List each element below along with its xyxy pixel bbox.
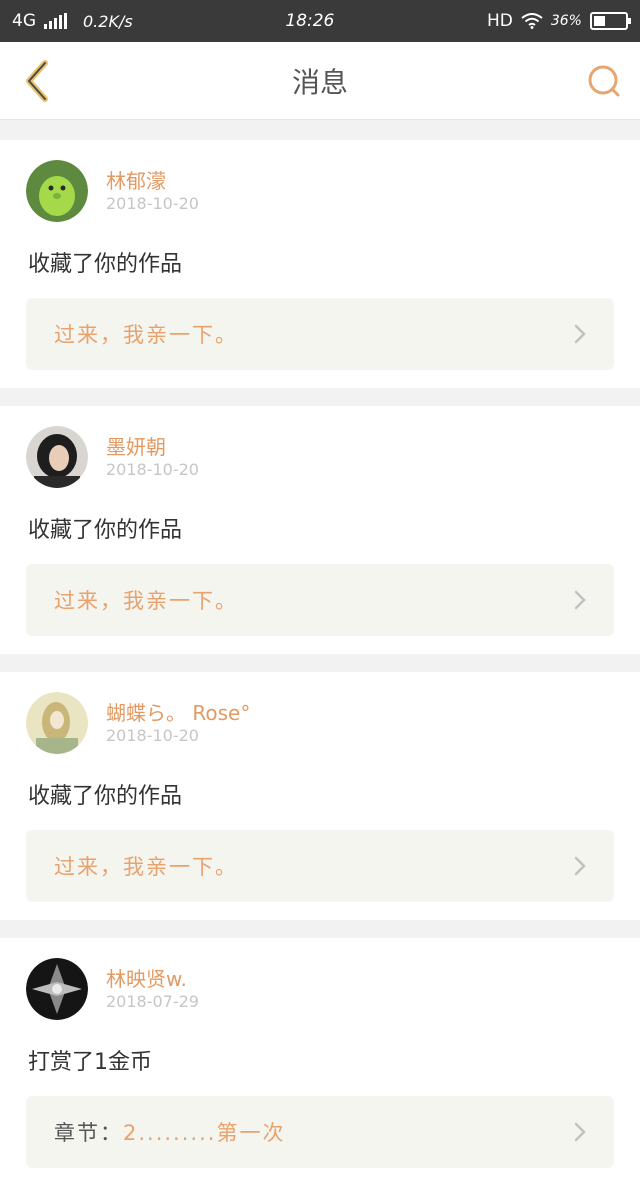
- user-name[interactable]: 林郁濛: [106, 168, 199, 194]
- chevron-right-icon: [574, 590, 586, 610]
- avatar[interactable]: [26, 692, 88, 754]
- card-divider: [0, 920, 640, 938]
- message-date: 2018-07-29: [106, 992, 199, 1011]
- app-header: 消息: [0, 42, 640, 120]
- user-name[interactable]: 林映贤w.: [106, 966, 199, 992]
- wifi-icon: [521, 13, 543, 29]
- page-title: 消息: [291, 65, 348, 99]
- work-link[interactable]: 过来，我亲一下。: [26, 830, 614, 902]
- search-icon: [588, 65, 620, 96]
- chevron-right-icon: [574, 324, 586, 344]
- action-text: 打赏了1金币: [28, 1050, 152, 1075]
- chevron-right-icon: [574, 1122, 586, 1142]
- message-date: 2018-10-20: [106, 726, 199, 745]
- clock: 18:26: [285, 11, 335, 31]
- signal-icon: [44, 13, 67, 29]
- message-card: 蝴蝶ら。 Rose° 2018-10-20 收藏了你的作品 过来，我亲一下。: [0, 672, 640, 920]
- avatar[interactable]: [26, 160, 88, 222]
- battery-level-fill: [593, 16, 605, 26]
- card-divider: [0, 654, 640, 672]
- user-name[interactable]: 蝴蝶ら。 Rose°: [106, 700, 250, 726]
- network-speed: 0.2K/s: [83, 11, 133, 31]
- network-label: 4G: [12, 11, 36, 31]
- back-button[interactable]: [16, 59, 56, 102]
- action-text: 收藏了你的作品: [28, 784, 183, 809]
- message-date: 2018-10-20: [106, 194, 199, 213]
- avatar[interactable]: [26, 958, 88, 1020]
- work-title: 过来，我亲一下。: [54, 855, 238, 879]
- message-date: 2018-10-20: [106, 460, 199, 479]
- chapter-link[interactable]: 章节：2.........第一次: [26, 1096, 614, 1168]
- action-text: 收藏了你的作品: [28, 252, 183, 277]
- message-card: 墨妍朝 2018-10-20 收藏了你的作品 过来，我亲一下。: [0, 406, 640, 654]
- work-link[interactable]: 过来，我亲一下。: [26, 298, 614, 370]
- hd-label: HD: [486, 11, 513, 31]
- avatar[interactable]: [26, 426, 88, 488]
- message-card: 林郁濛 2018-10-20 收藏了你的作品 过来，我亲一下。: [0, 140, 640, 388]
- work-link[interactable]: 过来，我亲一下。: [26, 564, 614, 636]
- action-text: 收藏了你的作品: [28, 518, 183, 543]
- battery-icon: [589, 12, 631, 30]
- battery-percent: 36%: [550, 13, 582, 29]
- message-card: 林映贤w. 2018-07-29 打赏了1金币 章节：2.........第一次: [0, 938, 640, 1186]
- search-button[interactable]: [584, 61, 624, 101]
- link-prefix: 章节：: [54, 1121, 123, 1145]
- work-title: 过来，我亲一下。: [54, 323, 238, 347]
- chevron-left-icon: [26, 59, 48, 102]
- work-title: 过来，我亲一下。: [54, 589, 238, 613]
- status-bar: 4G 0.2K/s 18:26 HD 36%: [0, 0, 640, 42]
- card-divider: [0, 388, 640, 406]
- user-name[interactable]: 墨妍朝: [106, 434, 199, 460]
- chevron-right-icon: [574, 856, 586, 876]
- list-top-gap: [0, 120, 640, 140]
- chapter-title: 2.........第一次: [123, 1121, 286, 1145]
